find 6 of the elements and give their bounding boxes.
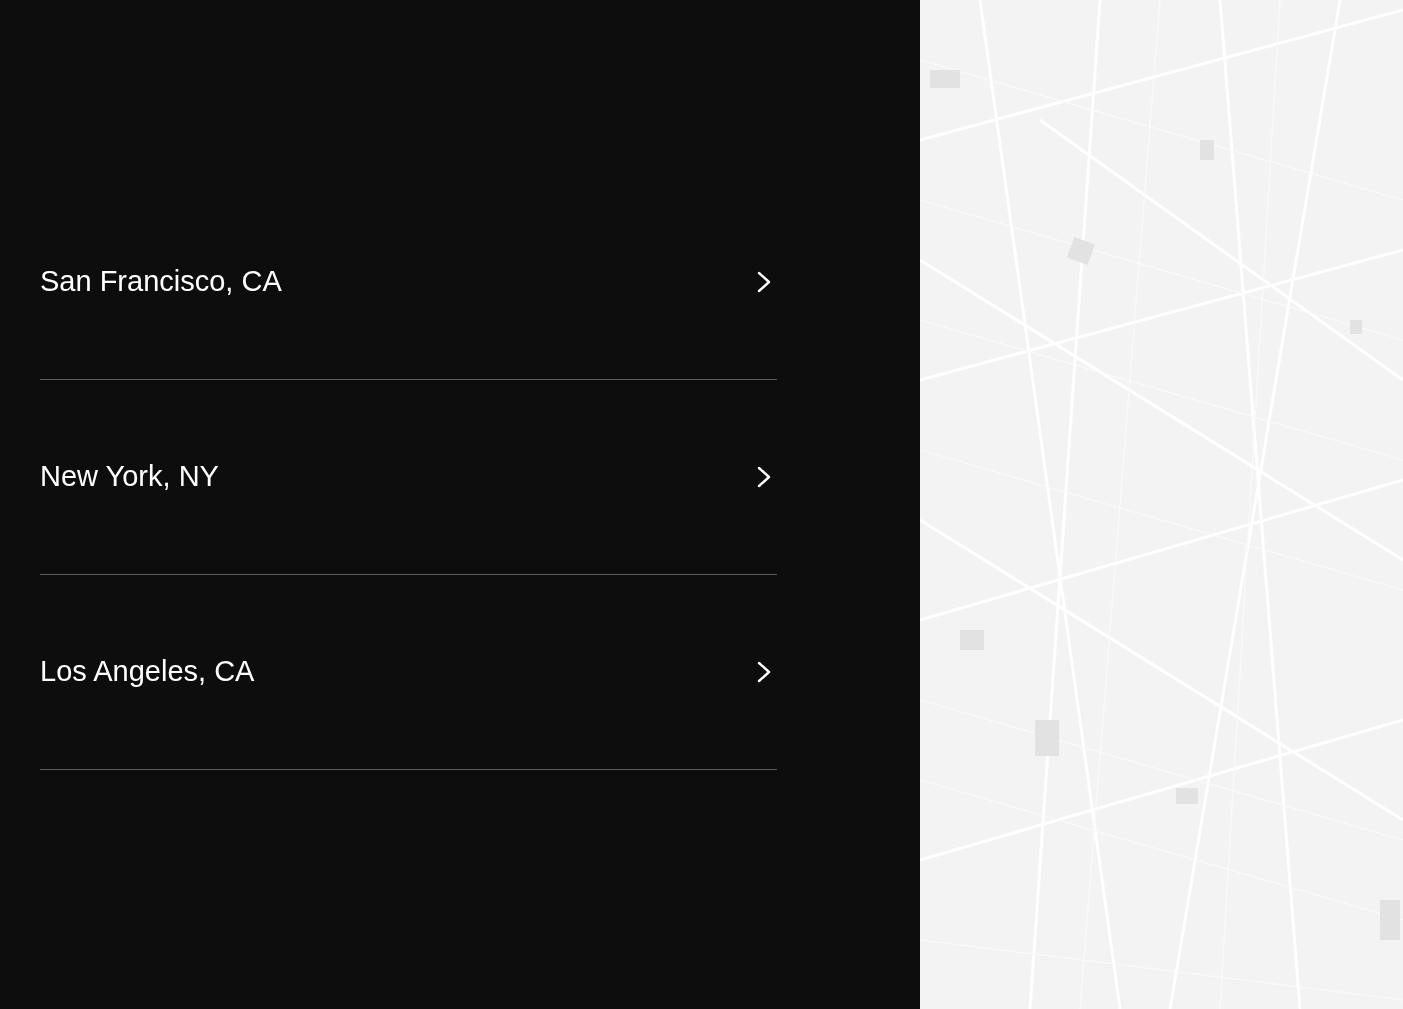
chevron-right-icon: [757, 466, 771, 488]
city-link[interactable]: San Francisco, CA: [40, 185, 777, 380]
chevron-right-icon: [757, 661, 771, 683]
chevron-right-icon: [757, 271, 771, 293]
city-link[interactable]: Los Angeles, CA: [40, 575, 777, 770]
city-link[interactable]: New York, NY: [40, 380, 777, 575]
